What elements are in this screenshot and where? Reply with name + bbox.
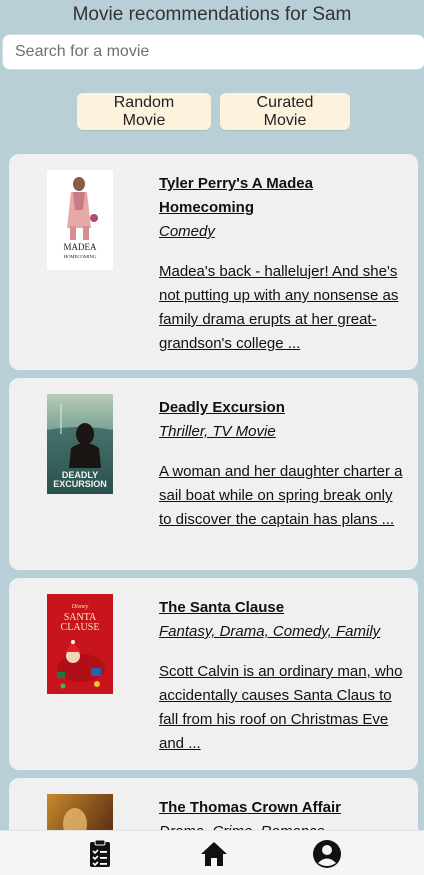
movie-title[interactable]: The Santa Clause xyxy=(159,596,404,620)
movie-genres[interactable]: Comedy xyxy=(159,220,404,244)
curated-movie-button[interactable]: Curated Movie xyxy=(220,93,350,130)
movie-poster[interactable]: DEADLY EXCURSION xyxy=(47,394,113,494)
movie-card[interactable]: MADEA HOMECOMING Tyler Perry's A Madea H… xyxy=(9,154,418,370)
movie-poster[interactable]: Disney SANTA CLAUSE xyxy=(47,594,113,694)
movie-genres[interactable]: Thriller, TV Movie xyxy=(159,420,404,444)
account-icon[interactable] xyxy=(312,839,342,869)
poster-caption: EXCURSION xyxy=(53,479,107,489)
home-icon[interactable] xyxy=(199,839,229,869)
movie-description[interactable]: A woman and her daughter charter a sail … xyxy=(159,460,404,532)
movie-genres[interactable]: Fantasy, Drama, Comedy, Family xyxy=(159,620,404,644)
search-input[interactable] xyxy=(2,34,424,70)
movie-title[interactable]: Deadly Excursion xyxy=(159,396,404,420)
movie-poster[interactable]: MADEA HOMECOMING xyxy=(47,170,113,270)
page-title: Movie recommendations for Sam xyxy=(72,4,352,25)
bottom-nav xyxy=(0,830,424,875)
random-movie-button[interactable]: Random Movie xyxy=(77,93,211,130)
checklist-icon[interactable] xyxy=(85,839,115,869)
poster-caption: Disney xyxy=(71,604,89,610)
movie-title[interactable]: The Thomas Crown Affair xyxy=(159,796,404,820)
movie-description[interactable]: Madea's back - hallelujer! And she's not… xyxy=(159,260,404,356)
poster-caption: MADEA xyxy=(64,242,97,252)
poster-caption: HOMECOMING xyxy=(64,254,97,259)
movie-title[interactable]: Tyler Perry's A Madea Homecoming xyxy=(159,172,404,220)
movie-card[interactable]: DEADLY EXCURSION Deadly Excursion Thrill… xyxy=(9,378,418,570)
movie-card[interactable]: Disney SANTA CLAUSE The Santa Clause Fan… xyxy=(9,578,418,770)
movie-description[interactable]: Scott Calvin is an ordinary man, who acc… xyxy=(159,660,404,756)
poster-caption: CLAUSE xyxy=(61,622,100,633)
